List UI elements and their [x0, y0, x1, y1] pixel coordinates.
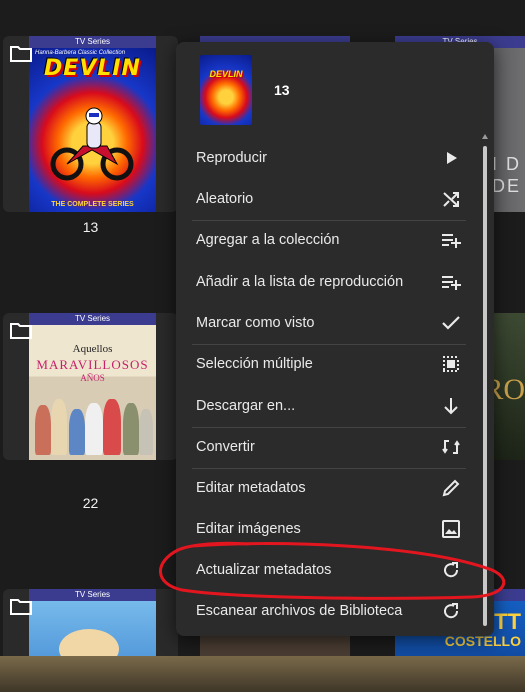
menu-item-label: Escanear archivos de Biblioteca [196, 603, 403, 619]
poster-devlin[interactable]: TV Series Hanna-Barbera Classic Collecti… [29, 36, 156, 212]
shuffle-icon [440, 188, 462, 210]
tv-series-badge: TV Series [29, 589, 156, 601]
menu-item-label: Convertir [196, 439, 255, 455]
playlist-add-icon [440, 229, 462, 251]
image-icon [440, 518, 462, 540]
poster-title-line2: MARAVILLOSOS [36, 357, 149, 372]
menu-item-editar-imagenes[interactable]: Editar imágenes [192, 509, 466, 549]
menu-item-label: Aleatorio [196, 191, 254, 207]
tv-series-badge: TV Series [29, 36, 156, 48]
menu-item-agregar-coleccion[interactable]: Agregar a la colección [192, 220, 466, 260]
folder-icon[interactable] [10, 321, 32, 339]
menu-item-label: Editar metadatos [196, 480, 306, 496]
menu-item-label: Añadir a la lista de reproducción [196, 274, 404, 290]
menu-item-anadir-lista[interactable]: Añadir a la lista de reproducción [192, 262, 466, 302]
select-all-icon [440, 353, 462, 375]
menu-item-label: Descargar en... [196, 398, 296, 414]
menu-item-marcar-visto[interactable]: Marcar como visto [192, 303, 466, 343]
check-icon [440, 312, 462, 334]
thumbnail-title: DEVLIN [209, 69, 243, 79]
poster-text: I D [491, 154, 521, 174]
menu-item-aleatorio[interactable]: Aleatorio [192, 179, 466, 219]
cast-figure [69, 409, 85, 455]
refresh-icon [440, 600, 462, 622]
menu-item-convertir[interactable]: Convertir [192, 427, 466, 467]
poster-aquellos[interactable]: TV Series Aquellos MARAVILLOSOS AÑOS [29, 313, 156, 460]
scroll-up-arrow[interactable] [482, 134, 488, 139]
menu-header-thumbnail: DEVLIN [200, 55, 252, 125]
menu-item-editar-metadatos[interactable]: Editar metadatos [192, 468, 466, 508]
menu-item-label: Reproducir [196, 150, 267, 166]
menu-header-title: 13 [274, 82, 290, 98]
poster-title-line1: Aquellos [72, 343, 113, 355]
menu-item-label: Marcar como visto [196, 315, 315, 331]
refresh-icon [440, 559, 462, 581]
context-menu: DEVLIN 13 Reproducir Aleatorio Agregar a… [176, 42, 494, 636]
menu-item-label: Selección múltiple [196, 356, 313, 372]
card-count-label: 13 [82, 219, 99, 235]
poster-bottom-text: THE COMPLETE SERIES [51, 201, 134, 208]
menu-item-label: Agregar a la colección [196, 232, 340, 248]
menu-item-seleccion-multiple[interactable]: Selección múltiple [192, 344, 466, 384]
pencil-icon [440, 477, 462, 499]
poster-title-text: DEVLIN [44, 56, 141, 81]
scrollbar-thumb[interactable] [483, 146, 487, 626]
media-card-devlin[interactable]: TV Series Hanna-Barbera Classic Collecti… [3, 36, 178, 212]
cast-figure [51, 399, 67, 455]
cast-figure [35, 405, 51, 455]
cast-figure [123, 403, 139, 455]
cast-figure [139, 409, 153, 455]
convert-icon [440, 436, 462, 458]
menu-item-label: Editar imágenes [196, 521, 301, 537]
folder-icon[interactable] [10, 597, 32, 615]
play-icon [440, 147, 462, 169]
media-card-aquellos[interactable]: TV Series Aquellos MARAVILLOSOS AÑOS [3, 313, 178, 460]
menu-item-reproducir[interactable]: Reproducir [192, 138, 466, 178]
tv-series-badge: TV Series [29, 313, 156, 325]
menu-item-escanear-biblioteca[interactable]: Escanear archivos de Biblioteca [192, 591, 466, 631]
menu-item-actualizar-metadatos[interactable]: Actualizar metadatos [192, 550, 466, 590]
backdrop-image [0, 656, 525, 692]
playlist-add-icon [440, 271, 462, 293]
cast-figure [85, 403, 103, 455]
motorcycle-illustration [50, 107, 134, 181]
card-count-label: 22 [82, 495, 99, 511]
poster-title-line3: AÑOS [80, 373, 105, 383]
menu-item-descargar[interactable]: Descargar en... [192, 386, 466, 426]
cast-figure [103, 399, 121, 455]
menu-item-label: Actualizar metadatos [196, 562, 332, 578]
download-arrow-icon [440, 395, 462, 417]
folder-icon[interactable] [10, 44, 32, 62]
